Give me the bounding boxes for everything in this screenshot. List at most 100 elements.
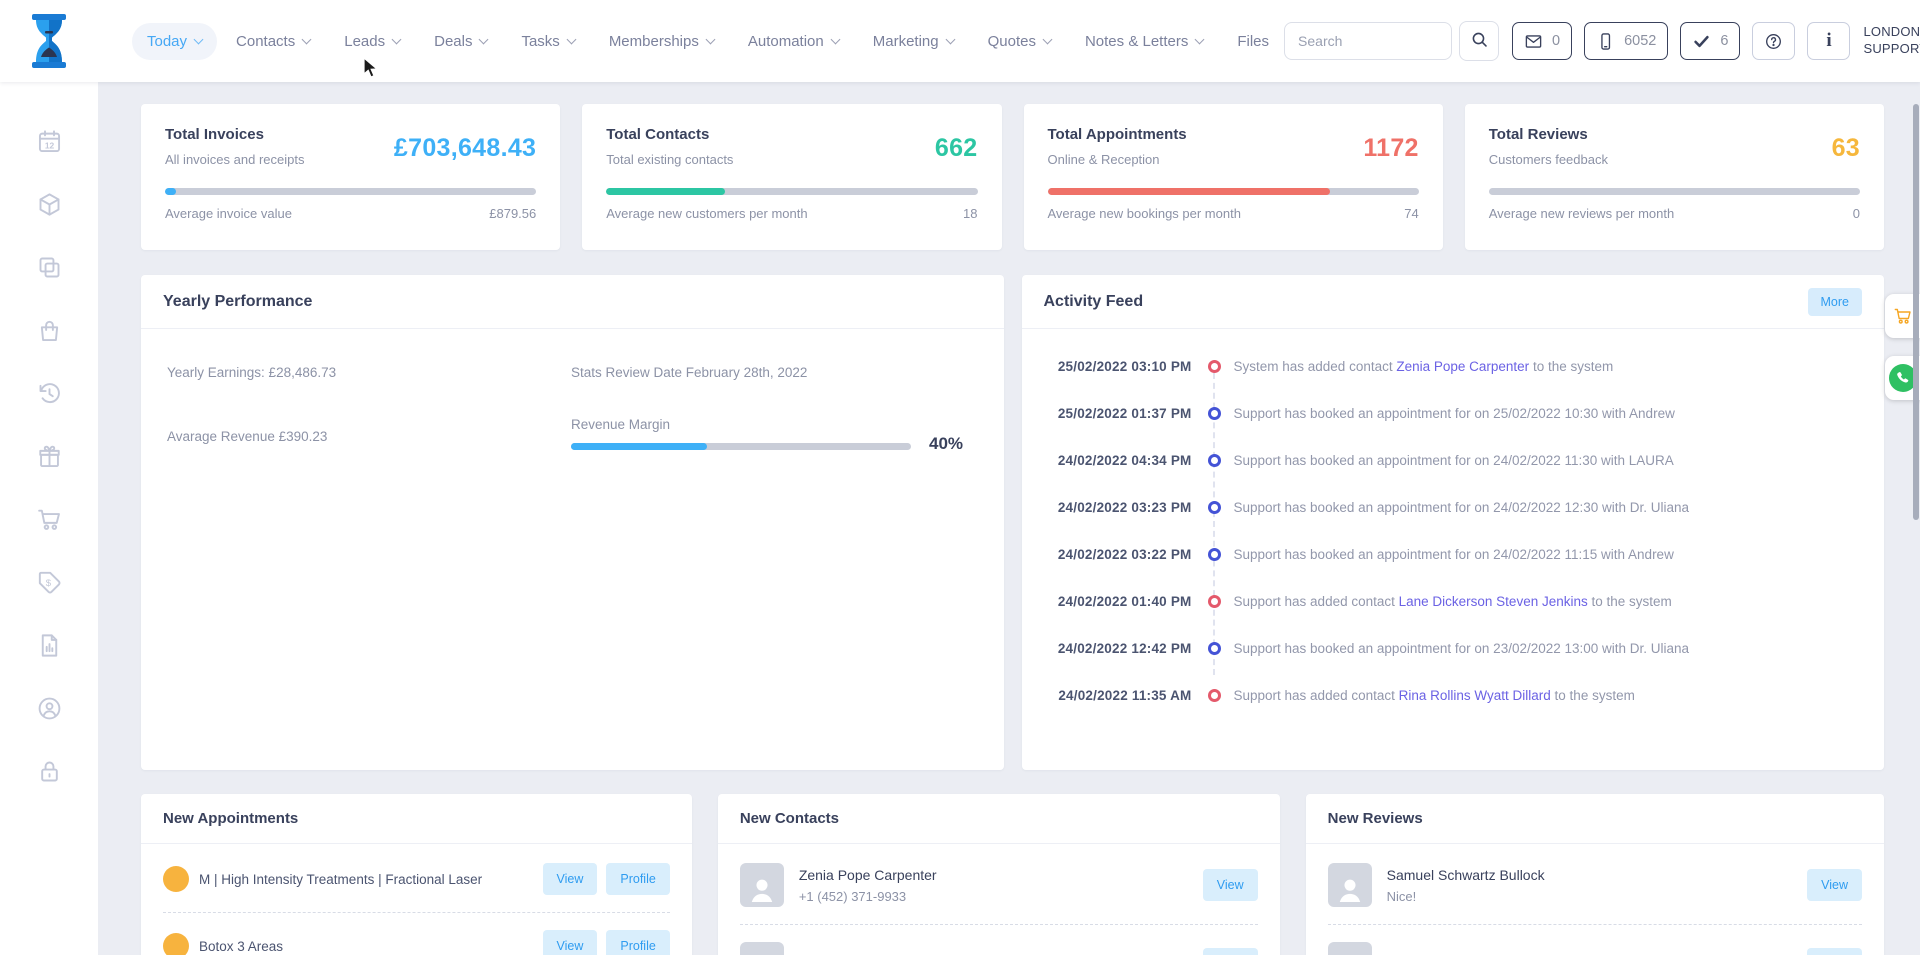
question-badge-button[interactable]	[1752, 22, 1795, 60]
feed-text-segment: to the system	[1588, 594, 1672, 609]
feed-item: 24/02/2022 12:42 PM Support has booked a…	[1044, 625, 1863, 672]
stat-card-subtitle: Online & Reception	[1048, 152, 1187, 167]
nav-item-label: Today	[147, 33, 187, 50]
feed-item-date: 25/02/2022 01:37 PM	[1044, 406, 1192, 421]
middle-panels-row: Yearly Performance Yearly Earnings: £28,…	[141, 275, 1884, 770]
badge-count: 6	[1720, 33, 1728, 49]
info-icon: i	[1819, 32, 1838, 51]
check-badge-button[interactable]: 6	[1680, 22, 1740, 60]
new-contacts-title: New Contacts	[740, 810, 839, 827]
sidebar-lock-icon[interactable]	[36, 758, 63, 785]
feed-marker-blue-icon	[1208, 501, 1221, 514]
feed-item-text: Support has booked an appointment for on…	[1234, 547, 1674, 562]
nav-item-today[interactable]: Today	[132, 23, 217, 60]
chevron-down-icon	[945, 34, 955, 44]
view-button[interactable]: View	[1203, 948, 1258, 955]
view-button[interactable]: View	[543, 930, 598, 955]
nav-item-contacts[interactable]: Contacts	[221, 23, 325, 60]
view-button[interactable]: View	[1203, 869, 1258, 901]
stat-card-value: 63	[1832, 134, 1860, 163]
search-button[interactable]	[1459, 21, 1499, 61]
feed-marker-red-icon	[1208, 595, 1221, 608]
check-icon	[1692, 32, 1711, 51]
stat-card-progressbar	[606, 188, 977, 195]
sidebar-price-tag-icon[interactable]: $	[36, 569, 63, 596]
appointment-label: Botox 3 Areas	[199, 939, 283, 954]
stat-card-progressbar	[1489, 188, 1860, 195]
stat-card-footer-value: 74	[1404, 206, 1418, 221]
feed-item-text: Support has booked an appointment for on…	[1234, 453, 1674, 468]
person-name: Samuel Schwartz Bullock	[1387, 867, 1545, 883]
nav-item-label: Automation	[748, 33, 824, 50]
nav-item-tasks[interactable]: Tasks	[506, 23, 589, 60]
feed-item-date: 24/02/2022 03:23 PM	[1044, 500, 1192, 515]
sidebar-history-icon[interactable]	[36, 380, 63, 407]
app-logo-hourglass-icon[interactable]	[26, 13, 72, 69]
main-nav: Today Contacts Leads Deals Tasks Memberships A…	[132, 23, 1284, 60]
sidebar-gift-icon[interactable]	[36, 443, 63, 470]
feed-item-date: 24/02/2022 11:35 AM	[1044, 688, 1192, 703]
person-subtext: +1 (452) 371-9933	[799, 889, 937, 904]
feed-contact-link[interactable]: Rina Rollins Wyatt Dillard	[1399, 688, 1551, 703]
feed-contact-link[interactable]: Zenia Pope Carpenter	[1396, 359, 1529, 374]
stat-card-total-contacts: Total Contacts Total existing contacts 6…	[582, 104, 1001, 250]
nav-item-leads[interactable]: Leads	[329, 23, 415, 60]
stats-review-date-text: Stats Review Date February 28th, 2022	[571, 365, 807, 380]
view-button[interactable]: View	[543, 863, 598, 895]
profile-button[interactable]: Profile	[606, 930, 669, 955]
main-content: Total Invoices All invoices and receipts…	[98, 82, 1920, 955]
feed-contact-link[interactable]: Lane Dickerson Steven Jenkins	[1399, 594, 1588, 609]
info-badge-button[interactable]: i	[1807, 22, 1850, 60]
top-right-cluster: 0 6052 6 i LONDON SUPPORT	[1284, 20, 1920, 62]
nav-item-label: Leads	[344, 33, 385, 50]
nav-item-memberships[interactable]: Memberships	[594, 23, 729, 60]
feed-text-segment: Support has booked an appointment for on…	[1234, 500, 1690, 515]
feed-text-segment: Support has booked an appointment for on…	[1234, 547, 1674, 562]
stat-card-value: £703,648.43	[394, 134, 536, 163]
nav-item-marketing[interactable]: Marketing	[858, 23, 969, 60]
feed-marker-blue-icon	[1208, 548, 1221, 561]
current-user-name: LONDON SUPPORT	[1863, 24, 1920, 58]
page-scrollbar[interactable]	[1913, 104, 1919, 520]
sidebar-calendar-icon[interactable]: 12	[36, 128, 63, 155]
feed-item: 24/02/2022 03:22 PM Support has booked a…	[1044, 531, 1863, 578]
nav-item-notes-letters[interactable]: Notes & Letters	[1070, 23, 1218, 60]
nav-item-label: Marketing	[873, 33, 939, 50]
view-button[interactable]: View	[1807, 869, 1862, 901]
more-button[interactable]: More	[1808, 288, 1862, 316]
new-contacts-panel: New Contacts Zenia Pope Carpenter +1 (45…	[718, 794, 1280, 955]
nav-item-deals[interactable]: Deals	[419, 23, 502, 60]
cart-icon	[1893, 306, 1913, 326]
activity-feed-title: Activity Feed	[1044, 293, 1144, 311]
average-revenue-text: Avarage Revenue £390.23	[167, 429, 327, 444]
search-icon	[1470, 30, 1489, 52]
nav-item-label: Tasks	[521, 33, 559, 50]
nav-item-automation[interactable]: Automation	[733, 23, 854, 60]
appointment-list-item: M | High Intensity Treatments | Fraction…	[163, 846, 670, 913]
nav-item-files[interactable]: Files	[1222, 23, 1284, 60]
person-name: Zenia Pope Carpenter	[799, 867, 937, 883]
sidebar-cart-icon[interactable]	[36, 506, 63, 533]
contact-list-item: Lane Dickerson Steven Jenkins View	[740, 925, 1258, 955]
sidebar-user-circle-icon[interactable]	[36, 695, 63, 722]
feed-item-text: Support has added contact Rina Rollins W…	[1234, 688, 1635, 703]
phone-badge-button[interactable]: 6052	[1584, 22, 1668, 60]
activity-feed-panel: Activity Feed More 25/02/2022 03:10 PM S…	[1022, 275, 1885, 770]
chevron-down-icon	[302, 34, 312, 44]
chevron-down-icon	[830, 34, 840, 44]
sidebar-box-icon[interactable]	[36, 191, 63, 218]
sidebar-bag-icon[interactable]	[36, 317, 63, 344]
sidebar-report-icon[interactable]	[36, 632, 63, 659]
profile-button[interactable]: Profile	[606, 863, 669, 895]
chevron-down-icon	[194, 34, 204, 44]
nav-item-quotes[interactable]: Quotes	[973, 23, 1066, 60]
sidebar-copy-icon[interactable]	[36, 254, 63, 281]
person-subtext: Nice!	[1387, 889, 1545, 904]
search-input[interactable]	[1284, 22, 1452, 60]
envelope-badge-button[interactable]: 0	[1512, 22, 1572, 60]
feed-text-segment: Support has booked an appointment for on…	[1234, 641, 1690, 656]
yearly-earnings-text: Yearly Earnings: £28,486.73	[167, 365, 336, 380]
feed-item: 24/02/2022 01:40 PM Support has added co…	[1044, 578, 1863, 625]
review-list-item: Alex Stefan View	[1328, 925, 1862, 955]
view-button[interactable]: View	[1807, 948, 1862, 955]
